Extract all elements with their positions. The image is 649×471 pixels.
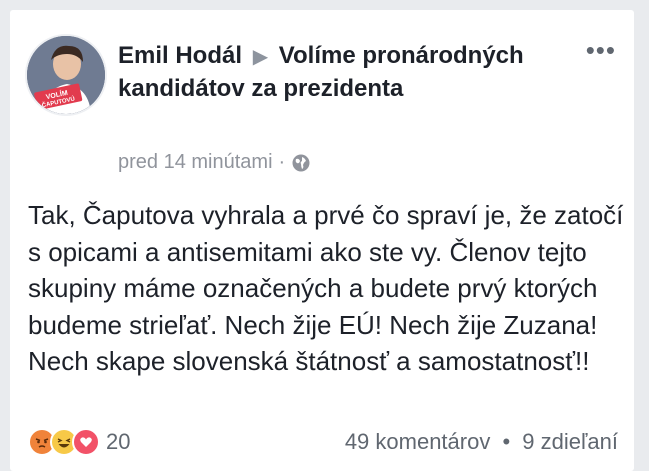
reactions-summary[interactable]: 20 <box>28 428 130 456</box>
globe-icon[interactable] <box>291 153 311 173</box>
love-icon <box>72 428 100 456</box>
author-name-link[interactable]: Emil Hodál <box>118 42 242 69</box>
post-meta: pred 14 minútami · <box>118 151 311 174</box>
arrow-right-icon: ▶ <box>252 46 269 68</box>
post-card: VOLÍM ČAPUTOVÚ Emil Hodál ▶ Volíme proná… <box>10 10 634 471</box>
shares-count-link[interactable]: 9 zdieľaní <box>522 429 618 454</box>
timestamp-link[interactable]: pred 14 minútami <box>118 151 273 174</box>
more-options-button[interactable]: ••• <box>586 37 616 63</box>
reaction-count: 20 <box>106 429 131 454</box>
post-footer: 20 49 komentárov • 9 zdieľaní <box>28 428 618 456</box>
avatar-image: VOLÍM ČAPUTOVÚ <box>27 36 105 114</box>
comments-count-link[interactable]: 49 komentárov <box>345 429 491 454</box>
meta-separator: · <box>278 151 286 173</box>
post-stats: 49 komentárov • 9 zdieľaní <box>345 429 618 455</box>
post-header: Emil Hodál ▶ Volíme pronárodných kandidá… <box>118 40 578 105</box>
stats-separator: • <box>502 429 511 454</box>
author-avatar[interactable]: VOLÍM ČAPUTOVÚ <box>25 34 107 116</box>
post-body-text: Tak, Čaputova vyhrala a prvé čo spraví j… <box>28 200 624 376</box>
